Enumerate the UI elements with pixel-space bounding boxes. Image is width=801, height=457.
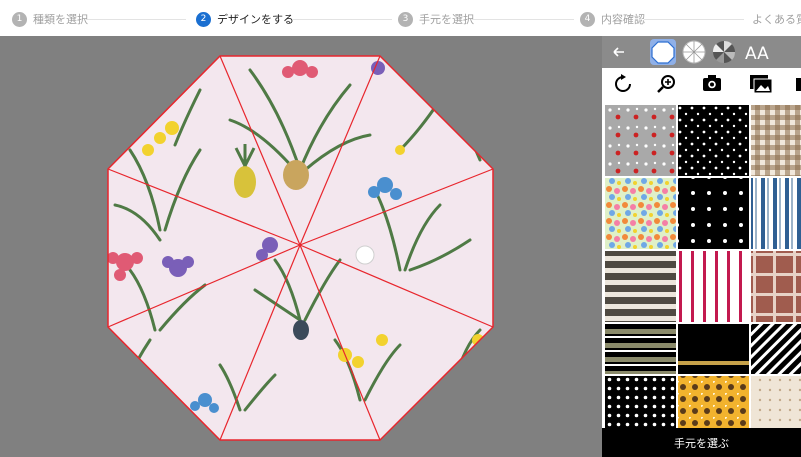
step-progress-bar: 1 種類を選択 2 デザインをする 3 手元を選択 4 内容確認 よくある質 <box>0 0 801 36</box>
bulb-shape <box>283 160 309 190</box>
step-label: 種類を選択 <box>33 13 88 26</box>
pattern-flower[interactable] <box>605 178 676 249</box>
step-label: 手元を選択 <box>419 13 474 26</box>
gallery-icon[interactable] <box>750 75 773 94</box>
octagon-shape-icon[interactable] <box>650 39 676 65</box>
pattern-black-gold[interactable] <box>678 324 749 374</box>
pattern-brown-stripes[interactable] <box>605 251 676 322</box>
step-label: よくある質 <box>752 13 801 26</box>
pattern-polka[interactable] <box>605 376 676 428</box>
pattern-gold-band <box>678 361 749 365</box>
step-4[interactable]: 4 内容確認 <box>580 10 645 28</box>
step-2[interactable]: 2 デザインをする <box>196 10 294 28</box>
pattern-white-dots[interactable] <box>678 105 749 176</box>
pattern-sunflower[interactable] <box>678 376 749 428</box>
step-connector <box>292 19 392 20</box>
step-connector <box>86 19 186 20</box>
pattern-blue-stripes[interactable] <box>751 178 801 249</box>
zoom-in-icon[interactable] <box>657 75 675 93</box>
step-faq[interactable]: よくある質 <box>752 10 801 28</box>
pattern-ladybug[interactable] <box>605 105 676 176</box>
pattern-olive-stripes[interactable] <box>605 324 676 374</box>
pattern-beige[interactable] <box>751 376 801 428</box>
step-connector <box>472 19 574 20</box>
step-1[interactable]: 1 種類を選択 <box>12 10 88 28</box>
dark-segments-icon[interactable] <box>712 40 736 64</box>
pattern-grid <box>605 105 801 428</box>
extra-tool-icon[interactable] <box>796 78 801 91</box>
pattern-gingham[interactable] <box>751 105 801 176</box>
design-canvas[interactable] <box>0 36 602 457</box>
step-number: 1 <box>12 11 27 27</box>
step-number: 4 <box>580 11 595 27</box>
pattern-diagonal[interactable] <box>751 324 801 374</box>
panel-toolbar <box>602 68 801 100</box>
pattern-black-dots[interactable] <box>678 178 749 249</box>
rotate-icon[interactable] <box>615 74 631 92</box>
step-3[interactable]: 3 手元を選択 <box>398 10 474 28</box>
umbrella-canopy <box>108 56 493 440</box>
step-label: デザインをする <box>217 13 294 26</box>
step-label: 内容確認 <box>601 13 645 26</box>
design-panel: AA 手元を選ぶ <box>602 36 801 457</box>
camera-icon[interactable] <box>703 75 721 91</box>
step-number: 2 <box>196 11 211 27</box>
white-segments-icon[interactable] <box>682 40 706 64</box>
pattern-plaid[interactable] <box>751 251 801 322</box>
back-arrow-icon[interactable] <box>613 47 624 57</box>
step-connector <box>644 19 744 20</box>
choose-handle-button[interactable]: 手元を選ぶ <box>602 428 801 457</box>
panel-header: AA <box>602 36 801 68</box>
pattern-pink-stripes[interactable] <box>678 251 749 322</box>
text-style-icon[interactable]: AA <box>745 44 769 64</box>
step-number: 3 <box>398 11 413 27</box>
umbrella-preview[interactable] <box>0 36 602 457</box>
